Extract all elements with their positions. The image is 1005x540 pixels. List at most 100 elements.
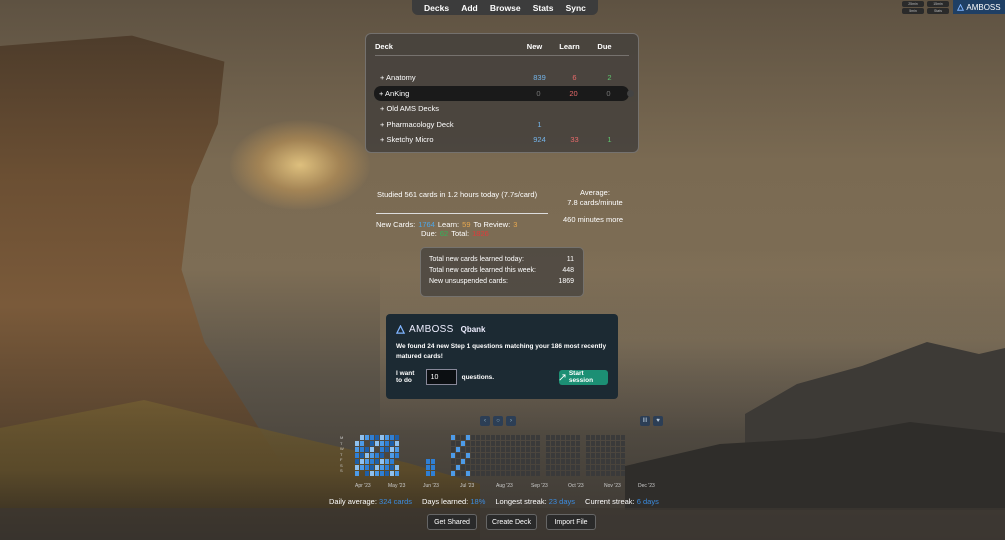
- toolbar-stats[interactable]: Stats: [533, 3, 554, 13]
- heatmap-cell[interactable]: [486, 441, 490, 446]
- heatmap-cell[interactable]: [461, 435, 465, 440]
- heatmap-cell[interactable]: [516, 441, 520, 446]
- heatmap-cell[interactable]: [576, 459, 580, 464]
- heatmap-cell[interactable]: [511, 447, 515, 452]
- heatmap-cell[interactable]: [385, 465, 389, 470]
- heatmap-cell[interactable]: [390, 435, 394, 440]
- heatmap-cell[interactable]: [385, 447, 389, 452]
- heatmap-cell[interactable]: [571, 459, 575, 464]
- heatmap-cell[interactable]: [501, 447, 505, 452]
- heatmap-cell[interactable]: [355, 447, 359, 452]
- heatmap-cell[interactable]: [471, 465, 475, 470]
- heatmap-cell[interactable]: [566, 441, 570, 446]
- heatmap-cell[interactable]: [556, 447, 560, 452]
- heatmap-cell[interactable]: [616, 435, 620, 440]
- heatmap-cell[interactable]: [601, 465, 605, 470]
- heatmap-cell[interactable]: [375, 435, 379, 440]
- heatmap-cell[interactable]: [561, 471, 565, 476]
- heatmap-cell[interactable]: [576, 441, 580, 446]
- heatmap-cell[interactable]: [380, 471, 384, 476]
- heatmap-cell[interactable]: [395, 471, 399, 476]
- heatmap-cell[interactable]: [551, 465, 555, 470]
- heatmap-cell[interactable]: [521, 447, 525, 452]
- heatmap-cell[interactable]: [390, 453, 394, 458]
- heatmap-cell[interactable]: [375, 459, 379, 464]
- heatmap-cell[interactable]: [385, 441, 389, 446]
- heatmap-cell[interactable]: [506, 471, 510, 476]
- heatmap-cell[interactable]: [596, 465, 600, 470]
- heatmap-cell[interactable]: [606, 441, 610, 446]
- heatmap-cell[interactable]: [561, 447, 565, 452]
- heatmap-cell[interactable]: [426, 459, 430, 464]
- heatmap-cell[interactable]: [486, 435, 490, 440]
- heatmap-cell[interactable]: [481, 453, 485, 458]
- heatmap-cell[interactable]: [476, 471, 480, 476]
- heatmap-cell[interactable]: [461, 453, 465, 458]
- heatmap-cell[interactable]: [591, 453, 595, 458]
- heatmap-cell[interactable]: [546, 435, 550, 440]
- heatmap-cell[interactable]: [601, 435, 605, 440]
- heatmap-cell[interactable]: [496, 471, 500, 476]
- heatmap-cell[interactable]: [456, 441, 460, 446]
- heatmap-cell[interactable]: [491, 459, 495, 464]
- heatmap-cell[interactable]: [365, 453, 369, 458]
- heatmap-cell[interactable]: [586, 459, 590, 464]
- heatmap-cell[interactable]: [491, 441, 495, 446]
- heatmap-mode-button[interactable]: III: [640, 416, 650, 426]
- heatmap-cell[interactable]: [456, 459, 460, 464]
- heatmap-cell[interactable]: [461, 447, 465, 452]
- heatmap-cell[interactable]: [476, 441, 480, 446]
- heatmap-cell[interactable]: [496, 453, 500, 458]
- heatmap-cell[interactable]: [621, 447, 625, 452]
- heatmap-cell[interactable]: [601, 453, 605, 458]
- heatmap-cell[interactable]: [551, 459, 555, 464]
- heatmap-cell[interactable]: [621, 441, 625, 446]
- heatmap-cell[interactable]: [370, 447, 374, 452]
- heatmap-cell[interactable]: [611, 453, 615, 458]
- heatmap-cell[interactable]: [471, 447, 475, 452]
- heatmap-cell[interactable]: [501, 471, 505, 476]
- heatmap-cell[interactable]: [360, 465, 364, 470]
- deck-options-icon[interactable]: [627, 89, 634, 97]
- heatmap-cell[interactable]: [431, 471, 435, 476]
- heatmap-cell[interactable]: [556, 465, 560, 470]
- heatmap-cell[interactable]: [511, 465, 515, 470]
- heatmap-cell[interactable]: [365, 471, 369, 476]
- heatmap-cell[interactable]: [466, 471, 470, 476]
- heatmap-cell[interactable]: [521, 441, 525, 446]
- heatmap-cell[interactable]: [380, 459, 384, 464]
- heatmap-cell[interactable]: [536, 435, 540, 440]
- heatmap-cell[interactable]: [546, 459, 550, 464]
- heatmap-cell[interactable]: [426, 465, 430, 470]
- heatmap-cell[interactable]: [375, 453, 379, 458]
- heatmap-cell[interactable]: [466, 453, 470, 458]
- heatmap-cell[interactable]: [496, 459, 500, 464]
- heatmap-cell[interactable]: [370, 465, 374, 470]
- heatmap-cell[interactable]: [385, 471, 389, 476]
- heatmap-cell[interactable]: [571, 447, 575, 452]
- heatmap-cell[interactable]: [596, 447, 600, 452]
- heatmap-cell[interactable]: [606, 465, 610, 470]
- heatmap-cell[interactable]: [576, 435, 580, 440]
- heatmap-cell[interactable]: [601, 459, 605, 464]
- heatmap-cell[interactable]: [516, 465, 520, 470]
- heatmap-cell[interactable]: [516, 447, 520, 452]
- heatmap-cell[interactable]: [365, 465, 369, 470]
- timer-button[interactable]: 15min: [927, 0, 949, 7]
- heatmap-cell[interactable]: [566, 453, 570, 458]
- heatmap-cell[interactable]: [481, 441, 485, 446]
- heatmap-cell[interactable]: [591, 465, 595, 470]
- heatmap-cell[interactable]: [481, 465, 485, 470]
- heatmap-cell[interactable]: [486, 459, 490, 464]
- heatmap-cell[interactable]: [451, 465, 455, 470]
- question-count-input[interactable]: [425, 369, 457, 385]
- heatmap-cell[interactable]: [586, 447, 590, 452]
- heatmap-cell[interactable]: [511, 471, 515, 476]
- heatmap-cell[interactable]: [385, 435, 389, 440]
- heatmap-cell[interactable]: [486, 471, 490, 476]
- heatmap-cell[interactable]: [606, 459, 610, 464]
- deck-row-anatomy[interactable]: + Anatomy 839 6 2: [375, 70, 629, 86]
- heatmap-cell[interactable]: [360, 447, 364, 452]
- heatmap-cell[interactable]: [481, 471, 485, 476]
- heatmap-cell[interactable]: [370, 471, 374, 476]
